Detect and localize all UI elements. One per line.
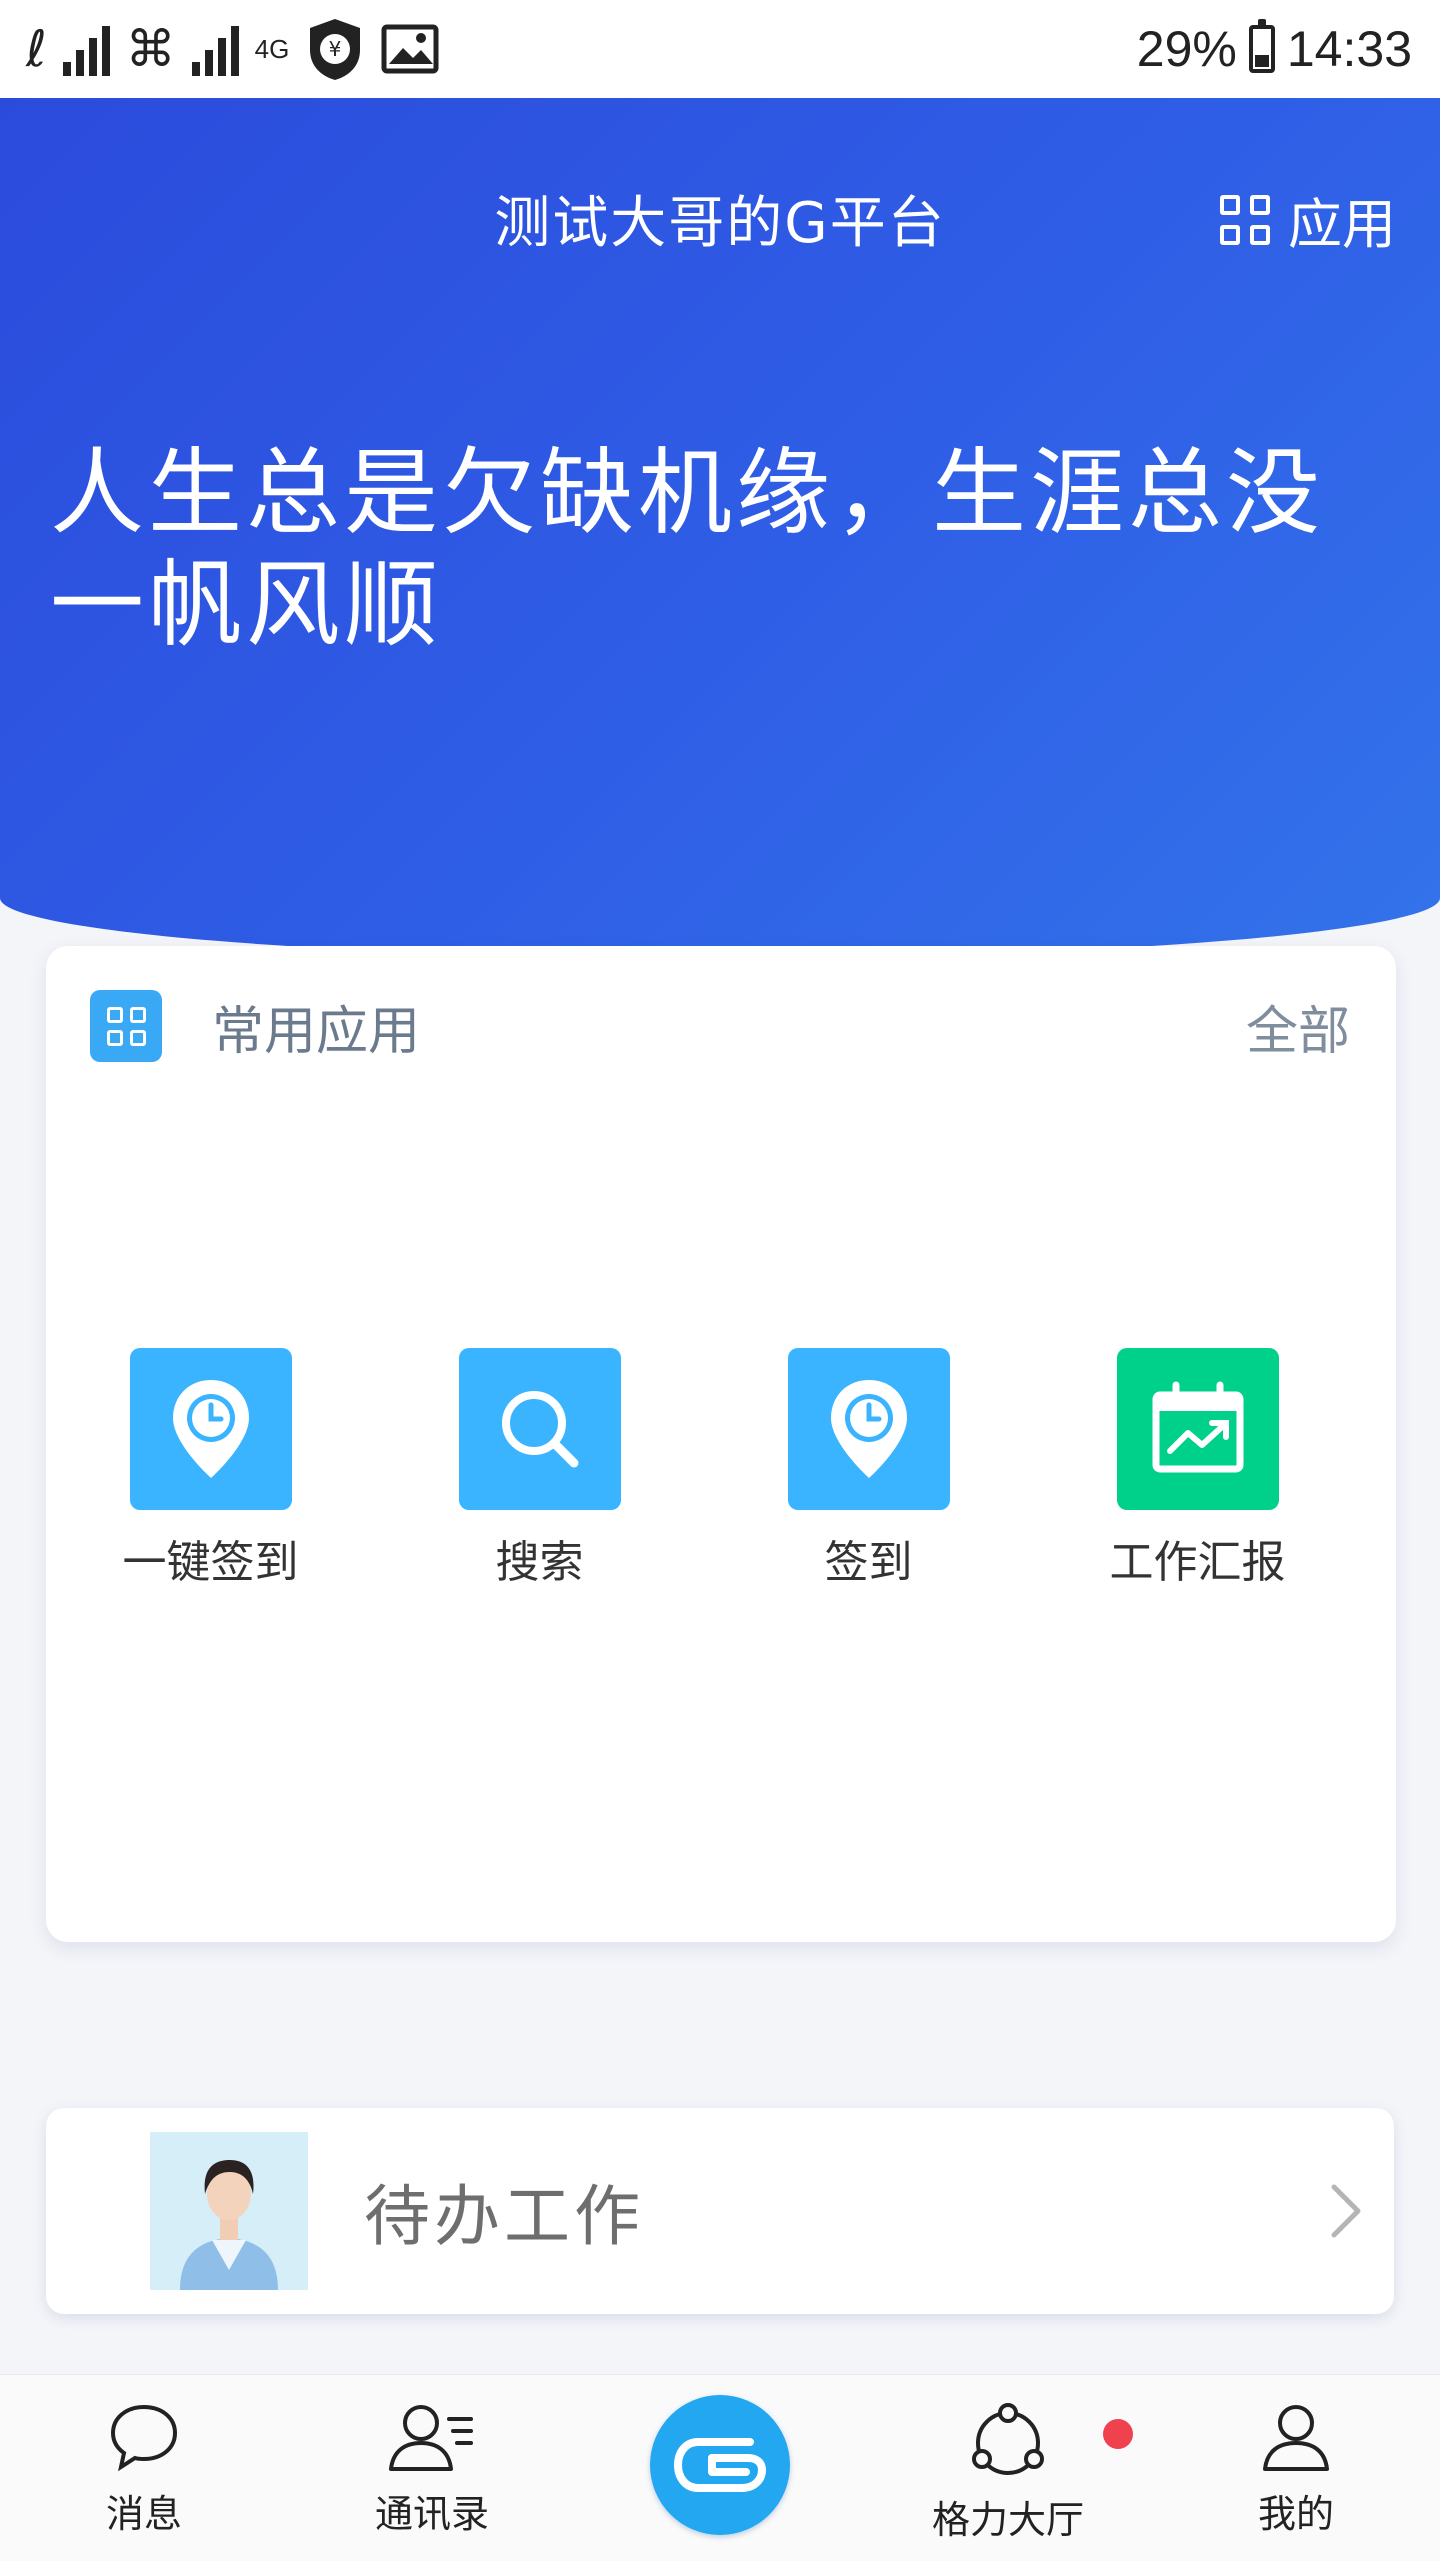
- common-apps-header: 常用应用 全部: [90, 990, 1350, 1062]
- tab-me[interactable]: 我的: [1196, 2375, 1396, 2561]
- tab-label: 我的: [1257, 2492, 1334, 2536]
- common-apps-card: 常用应用 全部 一键签到 搜索 签到 工作汇报: [46, 946, 1396, 1942]
- bottom-nav: 消息 通讯录 格力大厅 我的: [0, 2374, 1440, 2561]
- tab-messages[interactable]: 消息: [44, 2375, 244, 2561]
- tab-home-g-button[interactable]: [650, 2395, 790, 2535]
- common-apps-title: 常用应用: [212, 1001, 421, 1062]
- hall-icon: [972, 2403, 1044, 2475]
- user-icon: [1263, 2405, 1329, 2471]
- avatar: [150, 2132, 308, 2290]
- tab-label: 通讯录: [374, 2492, 489, 2536]
- network-type: 4G: [254, 34, 290, 64]
- apps-button-label: 应用: [1288, 193, 1396, 256]
- chevron-right-icon: [1331, 2184, 1361, 2238]
- motto-text: 人生总是欠缺机缘，生涯总没一帆风顺: [50, 439, 1325, 660]
- app-search[interactable]: 搜索: [375, 1348, 704, 1590]
- apps-button[interactable]: 应用: [1220, 180, 1396, 259]
- app-grid: 一键签到 搜索 签到 工作汇报: [46, 1348, 1396, 1590]
- battery-percent: 29%: [1136, 21, 1237, 77]
- grid-icon: [1220, 194, 1270, 245]
- tab-label: 格力大厅: [931, 2498, 1084, 2542]
- status-right: 29% 14:33: [1136, 19, 1412, 78]
- signal-strength-icon: [62, 22, 110, 76]
- g-logo-icon: [673, 2438, 767, 2492]
- tab-contacts[interactable]: 通讯录: [332, 2375, 532, 2561]
- todo-label: 待办工作: [364, 2178, 644, 2255]
- battery-icon: [1248, 19, 1275, 73]
- location-clock-icon: [129, 1348, 292, 1510]
- image-notification-icon: [381, 24, 439, 74]
- carrier-telecom-icon: ℓ: [26, 20, 47, 78]
- calendar-chart-icon: [1116, 1348, 1279, 1510]
- app-label: 搜索: [495, 1537, 584, 1588]
- status-bar: ℓ ⌘ 4G ¥ 29% 14:33: [0, 0, 1440, 98]
- app-one-click-checkin[interactable]: 一键签到: [46, 1348, 375, 1590]
- clock: 14:33: [1286, 21, 1412, 77]
- svg-text:¥: ¥: [329, 37, 342, 61]
- carrier-unicom-icon: ⌘: [125, 20, 176, 78]
- apps-grid-icon: [90, 990, 162, 1062]
- hero-banner: 测试大哥的G平台 应用 人生总是欠缺机缘，生涯总没一帆风顺: [0, 98, 1440, 958]
- app-label: 工作汇报: [1109, 1537, 1286, 1588]
- status-left: ℓ ⌘ 4G ¥: [26, 14, 439, 84]
- contacts-icon: [389, 2405, 473, 2471]
- location-clock-icon: [787, 1348, 950, 1510]
- signal-strength-icon-2: [191, 22, 239, 76]
- app-label: 一键签到: [122, 1537, 299, 1588]
- app-label: 签到: [824, 1537, 913, 1588]
- todo-card[interactable]: 待办工作: [46, 2108, 1394, 2314]
- notification-badge: [1103, 2419, 1133, 2449]
- tab-gree-hall[interactable]: 格力大厅: [908, 2375, 1108, 2561]
- view-all-link[interactable]: 全部: [1246, 989, 1350, 1064]
- app-checkin[interactable]: 签到: [704, 1348, 1033, 1590]
- tab-label: 消息: [105, 2492, 182, 2536]
- shield-yuan-icon: ¥: [310, 19, 361, 80]
- chat-bubble-icon: [110, 2404, 178, 2472]
- app-work-report[interactable]: 工作汇报: [1033, 1348, 1362, 1590]
- search-icon: [458, 1348, 621, 1510]
